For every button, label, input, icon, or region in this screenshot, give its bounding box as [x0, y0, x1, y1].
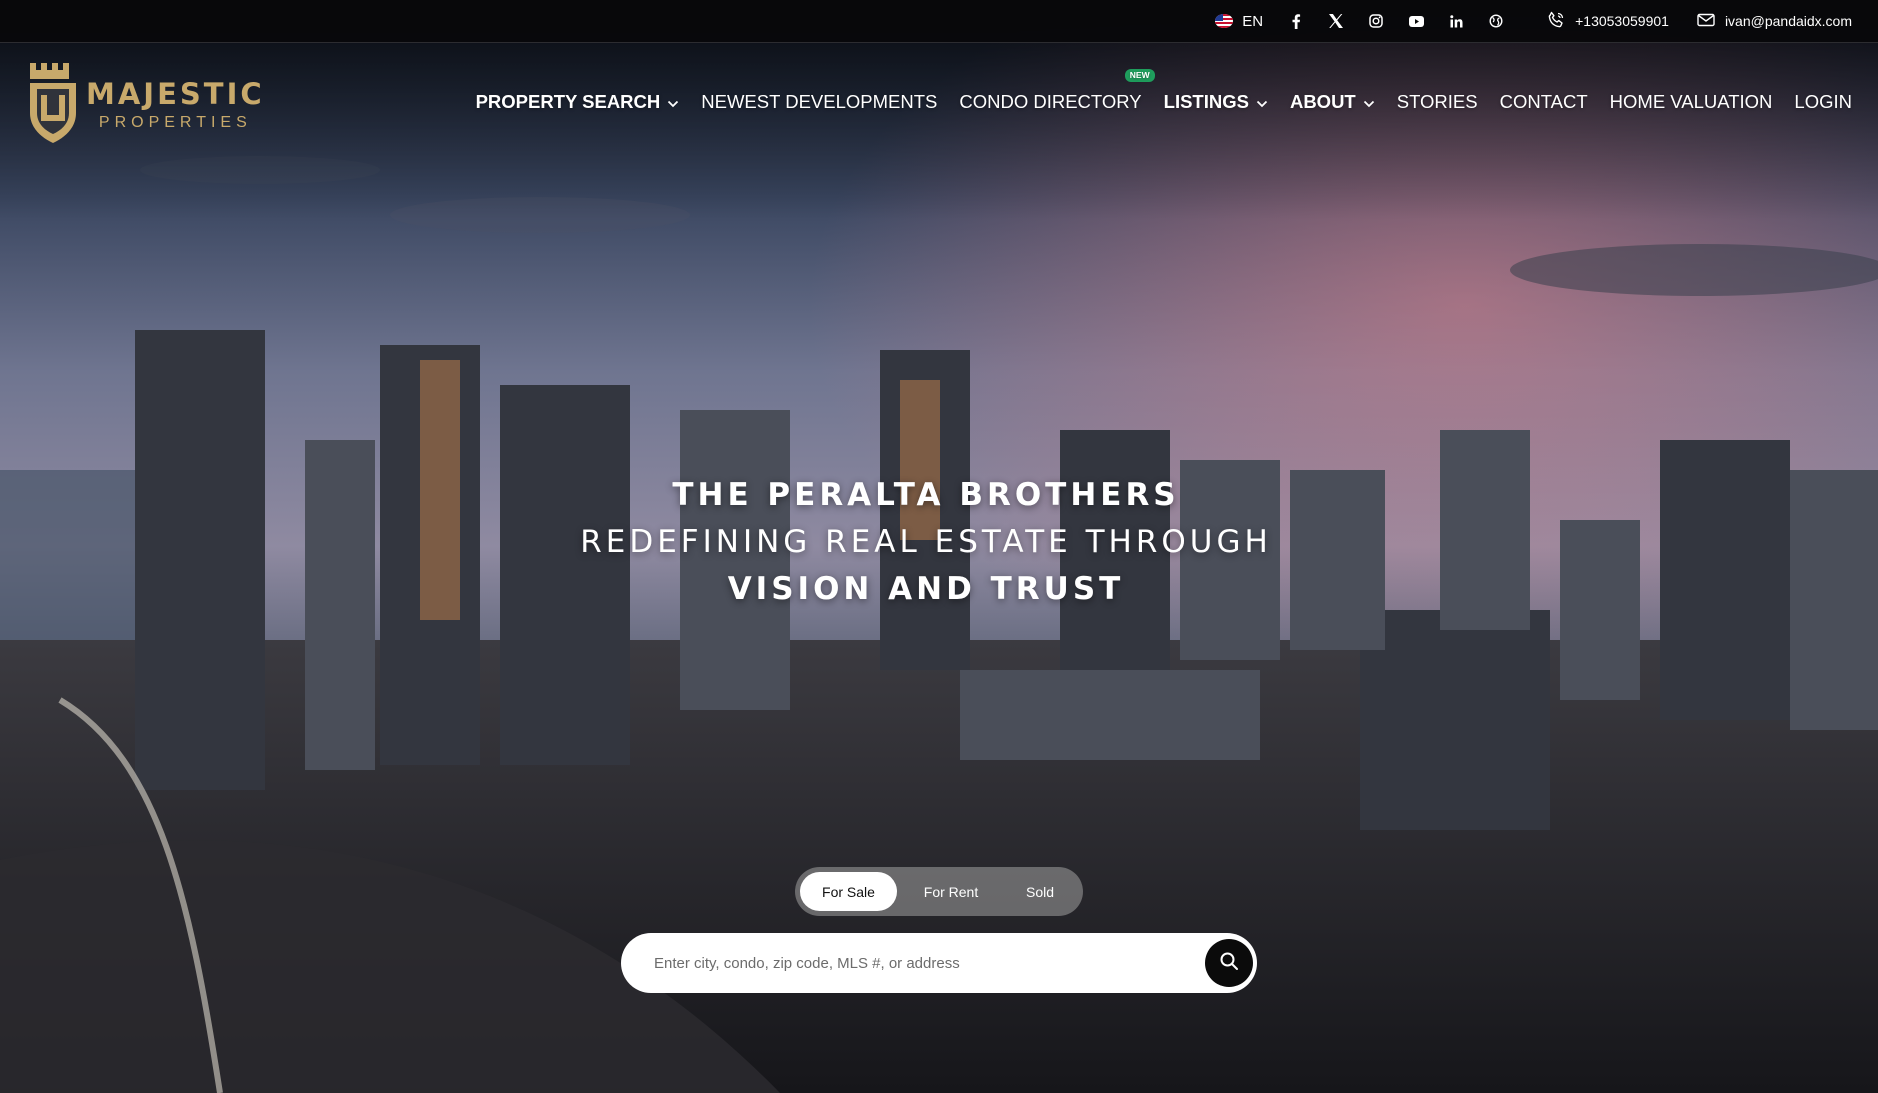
- us-flag-icon: [1215, 14, 1234, 28]
- nav-item-stories[interactable]: STORIES: [1397, 91, 1478, 113]
- search-input[interactable]: [652, 953, 1205, 973]
- email-link[interactable]: ivan@pandaidx.com: [1697, 12, 1852, 31]
- logo-subtitle: PROPERTIES: [98, 113, 252, 131]
- hero-line-1: THE PERALTA BROTHERS: [672, 477, 1180, 513]
- facebook-icon[interactable]: [1285, 10, 1307, 32]
- nav-item-label: LOGIN: [1794, 90, 1852, 112]
- listing-type-tabs: For Sale For Rent Sold: [795, 867, 1083, 916]
- logo-wordmark: MAJESTIC PROPERTIES: [86, 78, 265, 132]
- hero-headline: THE PERALTA BROTHERS REDEFINING REAL EST…: [0, 472, 1852, 613]
- nav-item-listings[interactable]: LISTINGS: [1164, 91, 1268, 113]
- top-utility-bar: EN +13053059901 ivan@pandaidx.com: [0, 0, 1878, 43]
- logo-title: MAJESTIC: [86, 76, 265, 111]
- chevron-down-icon: [1256, 91, 1268, 113]
- tab-for-sale[interactable]: For Sale: [800, 872, 897, 911]
- chevron-down-icon: [1363, 91, 1375, 113]
- nav-item-label: HOME VALUATION: [1609, 90, 1773, 112]
- social-links: [1285, 10, 1507, 32]
- nav-item-about[interactable]: ABOUT: [1290, 91, 1375, 113]
- linkedin-icon[interactable]: [1445, 10, 1467, 32]
- hero-line-3: VISION AND TRUST: [727, 571, 1125, 607]
- nav-item-label: LISTINGS: [1163, 90, 1249, 112]
- property-search-bar: [621, 933, 1257, 993]
- main-navigation: MAJESTIC PROPERTIES PROPERTY SEARCH NEWE…: [0, 43, 1878, 166]
- hero-line-2: REDEFINING REAL ESTATE THROUGH: [580, 524, 1272, 560]
- nav-item-newest-developments[interactable]: NEWEST DEVELOPMENTS: [701, 91, 937, 113]
- phone-number: +13053059901: [1575, 13, 1669, 29]
- phone-link[interactable]: +13053059901: [1547, 11, 1669, 32]
- globe-icon[interactable]: [1485, 10, 1507, 32]
- search-icon: [1219, 951, 1239, 976]
- tab-for-rent[interactable]: For Rent: [897, 872, 1005, 911]
- nav-item-label: STORIES: [1396, 90, 1478, 112]
- phone-icon: [1547, 11, 1565, 32]
- nav-item-label: NEWEST DEVELOPMENTS: [701, 90, 938, 112]
- nav-item-label: ABOUT: [1289, 90, 1356, 112]
- language-label: EN: [1242, 12, 1264, 30]
- nav-item-home-valuation[interactable]: HOME VALUATION: [1610, 91, 1773, 113]
- nav-menu: PROPERTY SEARCH NEWEST DEVELOPMENTS COND…: [476, 68, 1852, 113]
- nav-item-label: CONTACT: [1499, 90, 1588, 112]
- search-button[interactable]: [1205, 939, 1253, 987]
- nav-item-contact[interactable]: CONTACT: [1500, 91, 1588, 113]
- chevron-down-icon: [667, 91, 679, 113]
- mail-icon: [1697, 12, 1715, 31]
- nav-item-label: CONDO DIRECTORY: [959, 90, 1142, 112]
- language-selector[interactable]: EN: [1215, 13, 1263, 30]
- site-logo[interactable]: MAJESTIC PROPERTIES: [26, 59, 265, 150]
- nav-item-login[interactable]: LOGIN: [1794, 91, 1852, 113]
- crown-shield-logo-icon: [26, 59, 80, 150]
- nav-item-condo-directory[interactable]: CONDO DIRECTORY NEW: [959, 68, 1155, 113]
- email-address: ivan@pandaidx.com: [1724, 13, 1852, 29]
- nav-item-property-search[interactable]: PROPERTY SEARCH: [476, 91, 680, 113]
- youtube-icon[interactable]: [1405, 10, 1427, 32]
- tab-sold[interactable]: Sold: [1005, 872, 1075, 911]
- new-badge: NEW: [1124, 68, 1155, 82]
- x-twitter-icon[interactable]: [1325, 10, 1347, 32]
- instagram-icon[interactable]: [1365, 10, 1387, 32]
- nav-item-label: PROPERTY SEARCH: [475, 90, 661, 112]
